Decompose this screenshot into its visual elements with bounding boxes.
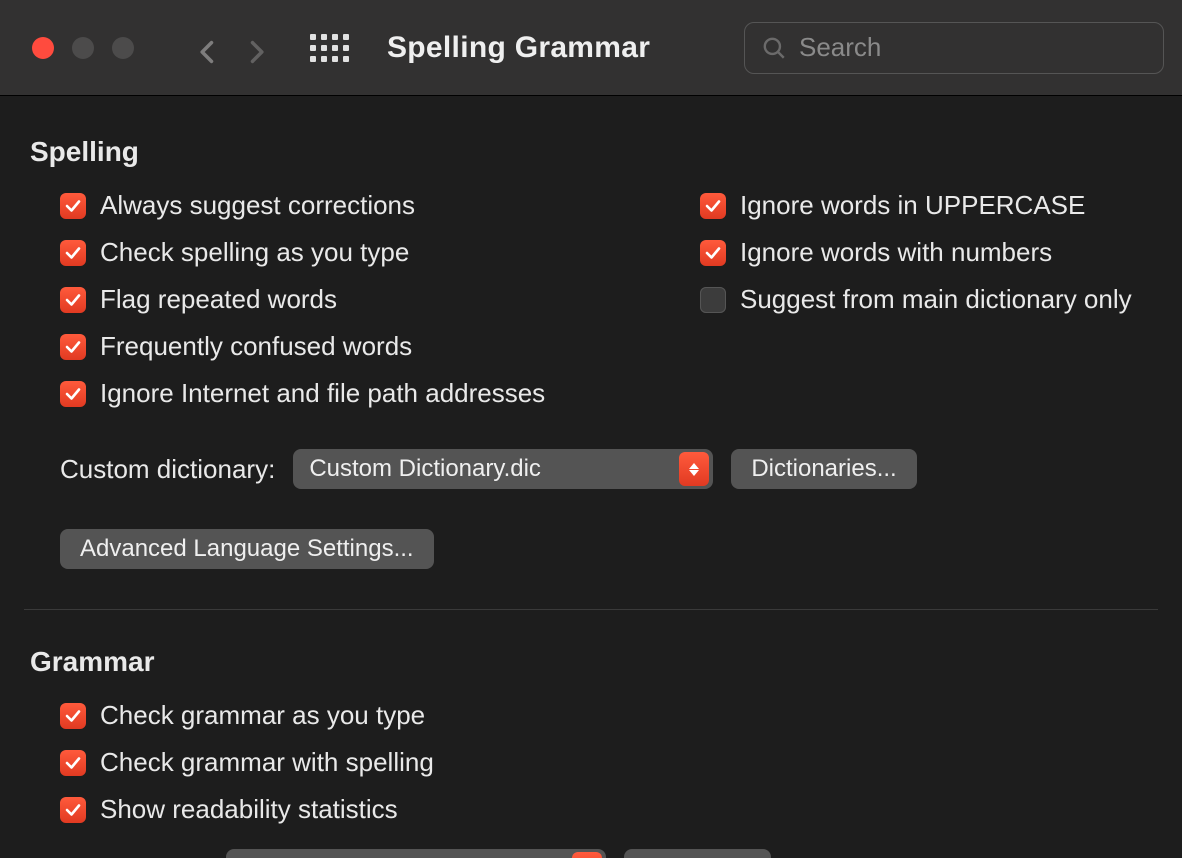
checkbox-icon — [60, 381, 86, 407]
custom-dictionary-value: Custom Dictionary.dic — [309, 455, 541, 483]
checkbox-icon — [60, 287, 86, 313]
content: Spelling Always suggest corrections Chec… — [0, 96, 1182, 858]
button-label: Advanced Language Settings... — [80, 535, 414, 563]
writing-style-popup[interactable]: Grammar — [226, 849, 606, 858]
advanced-row: Advanced Language Settings... — [30, 529, 1152, 569]
opt-ignore-words-with-numbers[interactable]: Ignore words with numbers — [700, 237, 1132, 268]
updown-icon — [679, 452, 709, 486]
opt-label: Ignore Internet and file path addresses — [100, 378, 545, 409]
custom-dictionary-row: Custom dictionary: Custom Dictionary.dic… — [30, 449, 1152, 489]
search-input[interactable] — [799, 32, 1147, 63]
show-all-button[interactable] — [310, 34, 349, 62]
opt-check-grammar-as-you-type[interactable]: Check grammar as you type — [60, 700, 1152, 731]
checkbox-icon — [60, 240, 86, 266]
opt-always-suggest-corrections[interactable]: Always suggest corrections — [60, 190, 650, 221]
checkbox-icon — [700, 287, 726, 313]
search-icon — [761, 35, 787, 61]
custom-dictionary-label: Custom dictionary: — [60, 454, 275, 485]
advanced-language-settings-button[interactable]: Advanced Language Settings... — [60, 529, 434, 569]
back-button[interactable] — [194, 38, 214, 58]
custom-dictionary-popup[interactable]: Custom Dictionary.dic — [293, 449, 713, 489]
writing-style-row: Writing style: Grammar Settings... — [30, 849, 1152, 858]
checkbox-icon — [60, 193, 86, 219]
opt-label: Check grammar as you type — [100, 700, 425, 731]
checkbox-icon — [60, 703, 86, 729]
search-field[interactable] — [744, 22, 1164, 74]
writing-style-label: Writing style: — [60, 854, 208, 858]
window-title: Spelling Grammar — [387, 31, 650, 65]
dictionaries-button[interactable]: Dictionaries... — [731, 449, 916, 489]
opt-check-grammar-with-spelling[interactable]: Check grammar with spelling — [60, 747, 1152, 778]
grammar-settings-button[interactable]: Settings... — [624, 849, 771, 858]
opt-label: Always suggest corrections — [100, 190, 415, 221]
forward-button[interactable] — [242, 38, 262, 58]
close-window-button[interactable] — [32, 37, 54, 59]
opt-label: Check spelling as you type — [100, 237, 409, 268]
section-divider — [24, 609, 1158, 610]
window-controls — [32, 37, 134, 59]
nav-arrows — [194, 38, 262, 58]
button-label: Dictionaries... — [751, 455, 896, 483]
grammar-options: Check grammar as you type Check grammar … — [30, 700, 1152, 825]
opt-flag-repeated-words[interactable]: Flag repeated words — [60, 284, 650, 315]
checkbox-icon — [60, 797, 86, 823]
opt-label: Ignore words in UPPERCASE — [740, 190, 1085, 221]
opt-ignore-internet-file-addresses[interactable]: Ignore Internet and file path addresses — [60, 378, 650, 409]
spelling-options-left: Always suggest corrections Check spellin… — [30, 190, 650, 425]
spelling-options-right: Ignore words in UPPERCASE Ignore words w… — [700, 190, 1132, 425]
toolbar: Spelling Grammar — [0, 0, 1182, 96]
opt-label: Suggest from main dictionary only — [740, 284, 1132, 315]
checkbox-icon — [700, 193, 726, 219]
opt-check-spelling-as-you-type[interactable]: Check spelling as you type — [60, 237, 650, 268]
grammar-heading: Grammar — [30, 646, 1152, 678]
opt-label: Show readability statistics — [100, 794, 398, 825]
opt-label: Check grammar with spelling — [100, 747, 434, 778]
minimize-window-button[interactable] — [72, 37, 94, 59]
opt-ignore-uppercase[interactable]: Ignore words in UPPERCASE — [700, 190, 1132, 221]
opt-label: Ignore words with numbers — [740, 237, 1052, 268]
spelling-heading: Spelling — [30, 136, 1152, 168]
opt-suggest-main-dictionary-only[interactable]: Suggest from main dictionary only — [700, 284, 1132, 315]
checkbox-icon — [60, 750, 86, 776]
checkbox-icon — [60, 334, 86, 360]
opt-label: Frequently confused words — [100, 331, 412, 362]
opt-label: Flag repeated words — [100, 284, 337, 315]
checkbox-icon — [700, 240, 726, 266]
opt-frequently-confused-words[interactable]: Frequently confused words — [60, 331, 650, 362]
opt-show-readability-statistics[interactable]: Show readability statistics — [60, 794, 1152, 825]
spelling-options: Always suggest corrections Check spellin… — [30, 190, 1152, 425]
zoom-window-button[interactable] — [112, 37, 134, 59]
grid-icon — [310, 34, 349, 62]
updown-icon — [572, 852, 602, 858]
